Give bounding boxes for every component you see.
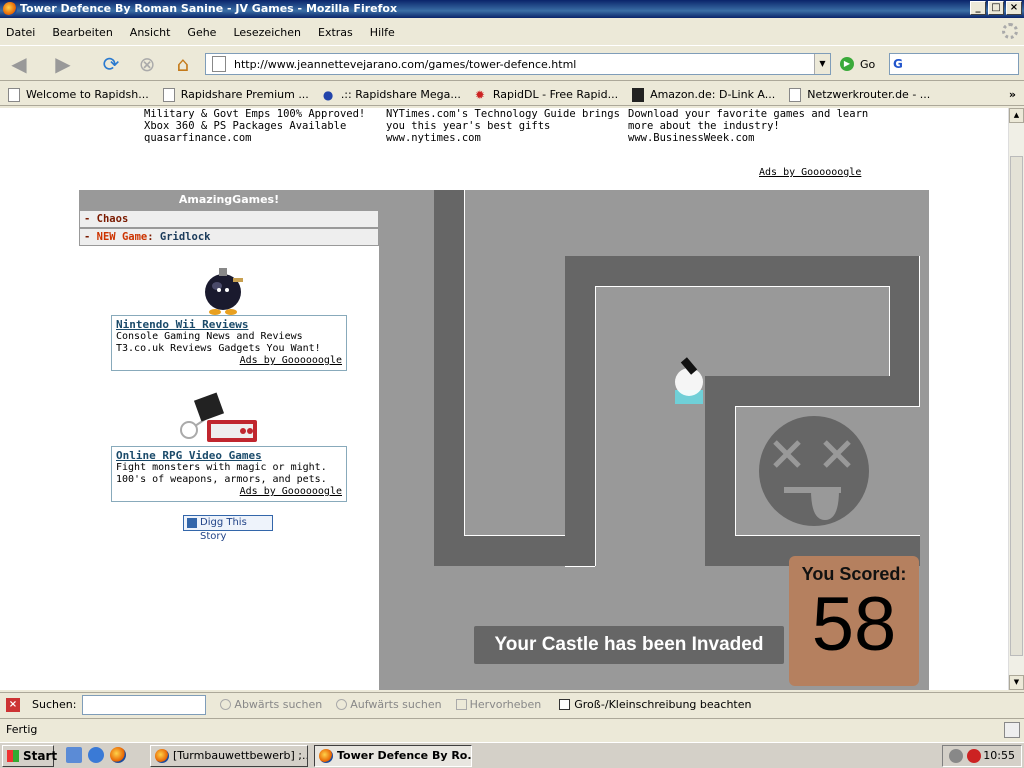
paw-icon: ●	[322, 87, 334, 102]
top-ad-1[interactable]: Military & Govt Emps 100% Approved! Xbox…	[144, 108, 365, 144]
ads-by-link[interactable]: Ads by Goooooogle	[759, 167, 861, 178]
url-dropdown-icon[interactable]: ▼	[814, 54, 830, 74]
bookmark-item[interactable]: Amazon.de: D-Link A...	[632, 87, 775, 102]
bookmark-item[interactable]: Netzwerkrouter.de - ...	[789, 87, 930, 102]
go-button[interactable]: ▶ Go	[840, 57, 875, 71]
menu-bearbeiten[interactable]: Bearbeiten	[52, 26, 112, 39]
bookmark-item[interactable]: ●.:: Rapidshare Mega...	[323, 88, 461, 102]
tray-icon[interactable]	[949, 749, 963, 763]
menu-ansicht[interactable]: Ansicht	[130, 26, 171, 39]
scroll-up-icon[interactable]: ▲	[1009, 108, 1024, 123]
digg-button[interactable]: Digg This Story	[183, 515, 273, 542]
close-button[interactable]: ×	[1006, 1, 1022, 15]
title-bar: Tower Defence By Roman Sanine - JV Games…	[0, 0, 1024, 18]
ads-by-link[interactable]: Ads by Goooooogle	[116, 355, 342, 367]
highlight-icon	[455, 699, 467, 710]
maximize-button[interactable]: □	[988, 1, 1004, 15]
clock: 10:55	[983, 749, 1015, 762]
page-icon	[8, 87, 20, 102]
ad-title[interactable]: Online RPG Video Games	[116, 450, 342, 462]
back-icon[interactable]: ◀	[6, 52, 32, 76]
firefox-icon	[3, 2, 17, 16]
bomb-icon	[205, 268, 243, 315]
ad-nintendo-wii[interactable]: Nintendo Wii Reviews Console Gaming News…	[111, 315, 347, 371]
antivirus-icon[interactable]	[967, 749, 981, 763]
navigation-toolbar: ◀ ▶ ⟳ ⊗ ⌂ ▼ ▶ Go G	[0, 45, 1024, 81]
firefox-icon[interactable]	[110, 747, 126, 763]
sidebar-item-gridlock[interactable]: - NEW Game: Gridlock	[79, 228, 379, 246]
status-text: Fertig	[6, 723, 38, 736]
menu-datei[interactable]: Datei	[6, 26, 35, 39]
find-previous-button[interactable]: Aufwärts suchen	[336, 698, 442, 711]
taskbar-item[interactable]: [Turmbauwettbewerb] ;...	[150, 745, 308, 767]
sidebar: AmazingGames! - Chaos - NEW Game: Gridlo…	[79, 190, 379, 690]
menu-gehe[interactable]: Gehe	[187, 26, 216, 39]
page-icon	[789, 87, 802, 102]
game-over-message: Your Castle has been Invaded	[474, 626, 784, 664]
home-icon[interactable]: ⌂	[170, 52, 196, 76]
find-next-button[interactable]: Abwärts suchen	[220, 698, 322, 711]
tower-icon[interactable]	[675, 357, 703, 404]
minimize-button[interactable]: _	[970, 1, 986, 15]
ad-online-rpg[interactable]: Online RPG Video Games Fight monsters wi…	[111, 446, 347, 502]
page-content: Military & Govt Emps 100% Approved! Xbox…	[0, 108, 1008, 690]
arrow-up-icon	[336, 699, 348, 710]
vertical-scrollbar[interactable]: ▲ ▼	[1008, 108, 1024, 690]
ie-icon[interactable]	[88, 747, 104, 763]
firefox-window: Tower Defence By Roman Sanine - JV Games…	[0, 0, 1024, 768]
taskbar-item-active[interactable]: Tower Defence By Ro...	[314, 745, 472, 767]
scroll-thumb[interactable]	[1010, 156, 1023, 656]
controller-keychain-icon	[180, 392, 257, 442]
menu-extras[interactable]: Extras	[318, 26, 353, 39]
find-label: Suchen:	[32, 698, 77, 711]
quick-launch	[66, 747, 126, 763]
search-input[interactable]: G	[889, 53, 1019, 75]
url-bar[interactable]: ▼	[205, 53, 831, 75]
sidebar-item-chaos[interactable]: - Chaos	[79, 210, 379, 228]
top-ad-2[interactable]: NYTimes.com's Technology Guide brings yo…	[386, 108, 620, 144]
stop-icon[interactable]: ⊗	[134, 52, 160, 76]
desktop-icon[interactable]	[66, 747, 82, 763]
status-icon[interactable]	[1004, 722, 1020, 738]
url-input[interactable]	[234, 57, 814, 71]
scroll-down-icon[interactable]: ▼	[1009, 675, 1024, 690]
find-input[interactable]	[82, 694, 207, 715]
find-bar: × Suchen: Abwärts suchen Aufwärts suchen…	[0, 692, 1024, 716]
menu-bar: Datei Bearbeiten Ansicht Gehe Lesezeiche…	[0, 21, 1024, 43]
gear-icon: ✹	[474, 87, 485, 102]
ad-title[interactable]: Nintendo Wii Reviews	[116, 319, 342, 331]
start-button[interactable]: Start	[2, 745, 57, 767]
menu-hilfe[interactable]: Hilfe	[370, 26, 395, 39]
go-label: Go	[860, 57, 876, 71]
bookmark-item[interactable]: ✹ RapidDL - Free Rapid...	[475, 88, 618, 102]
close-findbar-icon[interactable]: ×	[6, 697, 20, 712]
page-icon	[212, 56, 226, 72]
ads-by-link[interactable]: Ads by Goooooogle	[116, 486, 342, 498]
status-bar: Fertig	[0, 718, 1024, 740]
bookmarks-toolbar: Welcome to Rapidsh... Rapidshare Premium…	[0, 84, 1024, 106]
dead-castle-face-icon	[759, 416, 869, 526]
match-case-checkbox[interactable]: Groß-/Kleinschreibung beachten	[559, 698, 751, 711]
reload-icon[interactable]: ⟳	[98, 52, 124, 76]
score-panel: You Scored: 58	[789, 556, 919, 686]
window-title: Tower Defence By Roman Sanine - JV Games…	[20, 2, 398, 15]
amazon-icon	[632, 87, 645, 102]
top-ad-3[interactable]: Download your favorite games and learn m…	[628, 108, 868, 144]
page-icon	[162, 87, 175, 102]
highlight-button[interactable]: Hervorheben	[455, 698, 541, 711]
throbber-icon	[1002, 23, 1018, 39]
chevron-right-icon[interactable]: »	[1009, 88, 1016, 101]
system-tray: 10:55	[942, 745, 1022, 767]
game-canvas[interactable]: Your Castle has been Invaded You Scored:…	[379, 190, 929, 690]
sidebar-header: AmazingGames!	[79, 190, 379, 210]
arrow-down-icon	[220, 699, 232, 710]
bookmark-item[interactable]: Welcome to Rapidsh...	[8, 87, 149, 102]
score-value: 58	[811, 582, 897, 667]
bookmark-item[interactable]: Rapidshare Premium ...	[162, 87, 309, 102]
google-icon: G	[893, 57, 903, 71]
go-icon: ▶	[840, 57, 854, 71]
menu-lesezeichen[interactable]: Lesezeichen	[233, 26, 301, 39]
forward-icon[interactable]: ▶	[50, 52, 76, 76]
taskbar: Start [Turmbauwettbewerb] ;... Tower Def…	[0, 742, 1024, 768]
